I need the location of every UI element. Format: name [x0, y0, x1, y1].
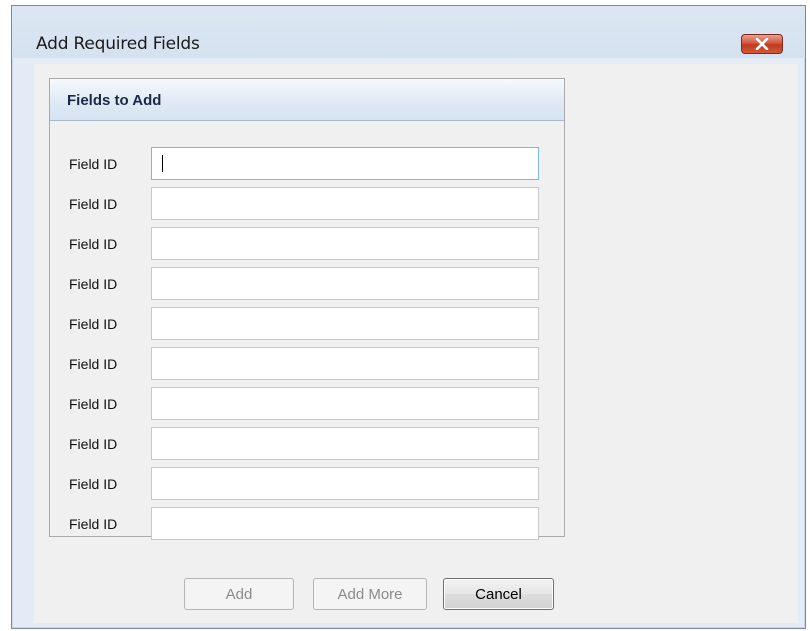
field-id-label: Field ID [69, 316, 118, 332]
field-row: Field ID [50, 427, 564, 461]
field-row: Field ID [50, 267, 564, 301]
field-id-input[interactable] [151, 427, 539, 460]
add-more-button[interactable]: Add More [313, 578, 427, 610]
fields-group: Fields to Add Field ID Field ID Field ID… [49, 78, 565, 540]
field-id-input[interactable] [151, 147, 539, 180]
field-id-label: Field ID [69, 236, 118, 252]
field-row: Field ID [50, 147, 564, 181]
field-id-input[interactable] [151, 227, 539, 260]
title-bar[interactable]: Add Required Fields [12, 6, 805, 58]
field-id-label: Field ID [69, 436, 118, 452]
close-icon [755, 38, 769, 50]
window-title: Add Required Fields [36, 34, 200, 54]
text-cursor [162, 155, 163, 172]
field-row: Field ID [50, 227, 564, 261]
field-id-input[interactable] [151, 267, 539, 300]
field-row: Field ID [50, 507, 564, 541]
field-row: Field ID [50, 187, 564, 221]
field-row: Field ID [50, 307, 564, 341]
field-id-label: Field ID [69, 196, 118, 212]
field-id-input[interactable] [151, 387, 539, 420]
field-id-label: Field ID [69, 516, 118, 532]
field-id-input[interactable] [151, 187, 539, 220]
group-header: Fields to Add [50, 79, 564, 121]
field-id-input[interactable] [151, 467, 539, 500]
field-id-label: Field ID [69, 396, 118, 412]
dialog-window: Add Required Fields Fields to Add Field … [11, 5, 806, 629]
cancel-button[interactable]: Cancel [443, 578, 554, 610]
field-id-label: Field ID [69, 356, 118, 372]
group-title: Fields to Add [67, 92, 162, 109]
field-id-input[interactable] [151, 307, 539, 340]
field-id-input[interactable] [151, 347, 539, 380]
field-id-label: Field ID [69, 156, 118, 172]
field-id-label: Field ID [69, 476, 118, 492]
field-row: Field ID [50, 467, 564, 501]
add-button[interactable]: Add [184, 578, 294, 610]
field-row: Field ID [50, 347, 564, 381]
field-id-input[interactable] [151, 507, 539, 540]
field-id-label: Field ID [69, 276, 118, 292]
field-row: Field ID [50, 387, 564, 421]
close-button[interactable] [741, 34, 783, 54]
dialog-content: Fields to Add Field ID Field ID Field ID… [34, 64, 798, 623]
